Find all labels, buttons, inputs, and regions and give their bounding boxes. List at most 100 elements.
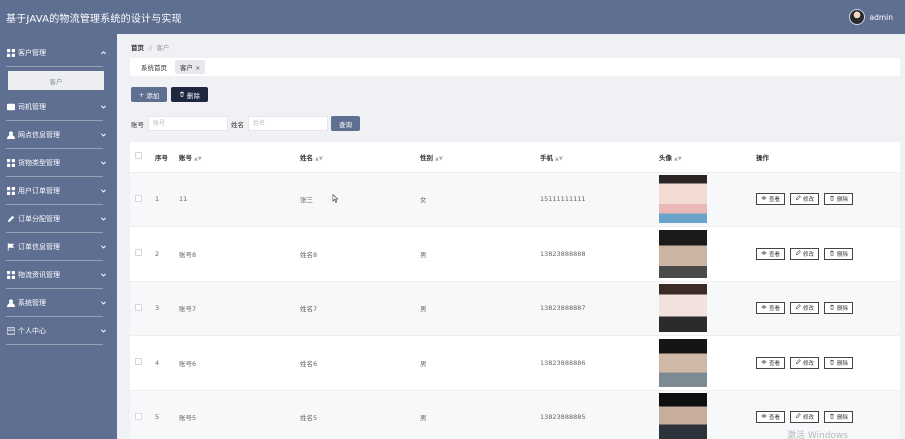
- sort-icon[interactable]: ▲▼: [194, 156, 202, 162]
- data-table: 序号 账号 ▲▼ 姓名 ▲▼ 性别 ▲▼ 手机 ▲▼ 头像 ▲▼ 操作 1 11 张三女 151…: [130, 142, 900, 439]
- edit-button[interactable]: 修改: [790, 302, 820, 315]
- name-input[interactable]: [248, 116, 328, 131]
- chevron-down-icon[interactable]: [100, 159, 107, 166]
- col-gender[interactable]: 性别 ▲▼: [420, 142, 540, 173]
- sort-icon[interactable]: ▲▼: [435, 156, 443, 162]
- cell-gender: 男: [420, 335, 540, 391]
- cell-name: 姓名7: [300, 281, 420, 336]
- chevron-down-icon[interactable]: [100, 103, 107, 110]
- row-checkbox[interactable]: [135, 358, 142, 366]
- col-gender-label: 性别: [420, 153, 433, 162]
- view-button[interactable]: 查看: [756, 247, 786, 260]
- cell-gender: 男: [420, 226, 540, 282]
- view-button[interactable]: 查看: [756, 193, 786, 206]
- breadcrumb-separator: //: [148, 44, 153, 52]
- row-checkbox[interactable]: [135, 412, 142, 420]
- sort-icon[interactable]: ▲▼: [315, 156, 323, 162]
- view-button[interactable]: 查看: [756, 356, 786, 369]
- table-row: 2 账号8 姓名8 男 13823888888 查看 修改 删除: [130, 226, 900, 282]
- row-delete-button[interactable]: 删除: [824, 193, 854, 206]
- cell-avatar: [659, 226, 756, 282]
- sort-icon[interactable]: ▲▼: [555, 156, 563, 162]
- edit-button[interactable]: 修改: [790, 247, 820, 260]
- main-content: 首页//客户 系统首页 客户× + 添加 删除 账号 姓名 查询 序号 账号▲▼: [117, 34, 905, 439]
- chevron-down-icon[interactable]: [100, 243, 107, 250]
- sidebar-item-customer[interactable]: 客户: [8, 71, 104, 90]
- col-account[interactable]: 账号 ▲▼: [179, 142, 300, 173]
- eye-icon: [761, 250, 767, 258]
- tag-home[interactable]: 系统首页: [136, 60, 172, 74]
- trash-icon: [829, 304, 835, 312]
- row-delete-button-label: 删除: [837, 360, 849, 367]
- delete-button[interactable]: 删除: [171, 87, 208, 102]
- row-checkbox[interactable]: [135, 194, 142, 202]
- edit-icon: [795, 413, 801, 421]
- trash-icon: [829, 413, 835, 421]
- row-checkbox[interactable]: [135, 303, 142, 311]
- sidebar-group-label: 司机管理: [18, 103, 46, 111]
- sidebar-group-label: 货物类型管理: [18, 159, 60, 167]
- row-checkbox[interactable]: [135, 249, 142, 257]
- chevron-up-icon[interactable]: [100, 49, 107, 56]
- tag-customer-label: 客户: [180, 64, 193, 72]
- chevron-down-icon[interactable]: [100, 327, 107, 334]
- sidebar-group-1[interactable]: 司机管理: [0, 93, 117, 121]
- user-avatar[interactable]: [848, 9, 865, 25]
- chevron-down-icon[interactable]: [100, 215, 107, 222]
- sort-icon[interactable]: ▲▼: [674, 156, 682, 162]
- edit-button[interactable]: 修改: [790, 411, 820, 424]
- cell-name: 姓名5: [300, 390, 420, 439]
- chevron-down-icon[interactable]: [100, 299, 107, 306]
- sidebar-group-4[interactable]: 用户订单管理: [0, 177, 117, 205]
- sidebar-group-label: 用户订单管理: [18, 187, 60, 195]
- sidebar-group-7[interactable]: 物流资讯管理: [0, 261, 117, 289]
- chevron-down-icon[interactable]: [100, 131, 107, 138]
- col-name[interactable]: 姓名 ▲▼: [300, 142, 420, 173]
- breadcrumb-home[interactable]: 首页: [131, 44, 144, 52]
- col-avatar[interactable]: 头像 ▲▼: [659, 142, 756, 173]
- select-all-checkbox[interactable]: [135, 152, 142, 160]
- query-button[interactable]: 查询: [331, 116, 360, 131]
- grid-icon: [7, 159, 15, 167]
- username[interactable]: admin: [870, 13, 894, 22]
- app-title: 基于JAVA的物流管理系统的设计与实现: [6, 13, 182, 25]
- user-menu[interactable]: admin: [848, 9, 894, 25]
- cell-index: 5: [155, 390, 179, 439]
- chevron-down-icon[interactable]: [100, 271, 107, 278]
- avatar-photo: [659, 284, 707, 333]
- sidebar-group-5[interactable]: 订单分配管理: [0, 205, 117, 233]
- sidebar-group-label: 物流资讯管理: [18, 271, 60, 279]
- cell-index: 1: [155, 172, 179, 227]
- cell-name: 姓名8: [300, 226, 420, 282]
- add-button[interactable]: + 添加: [131, 87, 167, 102]
- sidebar-group-2[interactable]: 网点信息管理: [0, 121, 117, 149]
- row-delete-button[interactable]: 删除: [824, 411, 854, 424]
- flag-icon: [7, 243, 15, 251]
- row-delete-button[interactable]: 删除: [824, 302, 854, 315]
- cell-name: 姓名6: [300, 335, 420, 391]
- trash-icon: [179, 91, 185, 99]
- account-input[interactable]: [148, 116, 228, 131]
- edit-button[interactable]: 修改: [790, 356, 820, 369]
- sidebar-group-3[interactable]: 货物类型管理: [0, 149, 117, 177]
- cell-account: 11: [179, 172, 300, 227]
- tag-customer[interactable]: 客户 ×: [175, 60, 206, 74]
- row-delete-button[interactable]: 删除: [824, 247, 854, 260]
- col-phone[interactable]: 手机 ▲▼: [540, 142, 659, 173]
- edit-button[interactable]: 修改: [790, 193, 820, 206]
- plus-icon: +: [138, 90, 145, 99]
- select-cell: [130, 281, 155, 336]
- cell-gender: 女: [420, 172, 540, 227]
- close-icon[interactable]: ×: [195, 64, 200, 72]
- sidebar-group-8[interactable]: 系统管理: [0, 289, 117, 317]
- view-button-label: 查看: [769, 251, 781, 258]
- sidebar-group-0[interactable]: 客户管理: [0, 39, 117, 67]
- sidebar-group-9[interactable]: 个人中心: [0, 317, 117, 345]
- sidebar-group-6[interactable]: 订单信息管理: [0, 233, 117, 261]
- view-button[interactable]: 查看: [756, 302, 786, 315]
- chevron-down-icon[interactable]: [100, 187, 107, 194]
- cell-index: 3: [155, 281, 179, 336]
- row-delete-button[interactable]: 删除: [824, 356, 854, 369]
- view-button[interactable]: 查看: [756, 411, 786, 424]
- col-account-label: 账号: [179, 153, 192, 162]
